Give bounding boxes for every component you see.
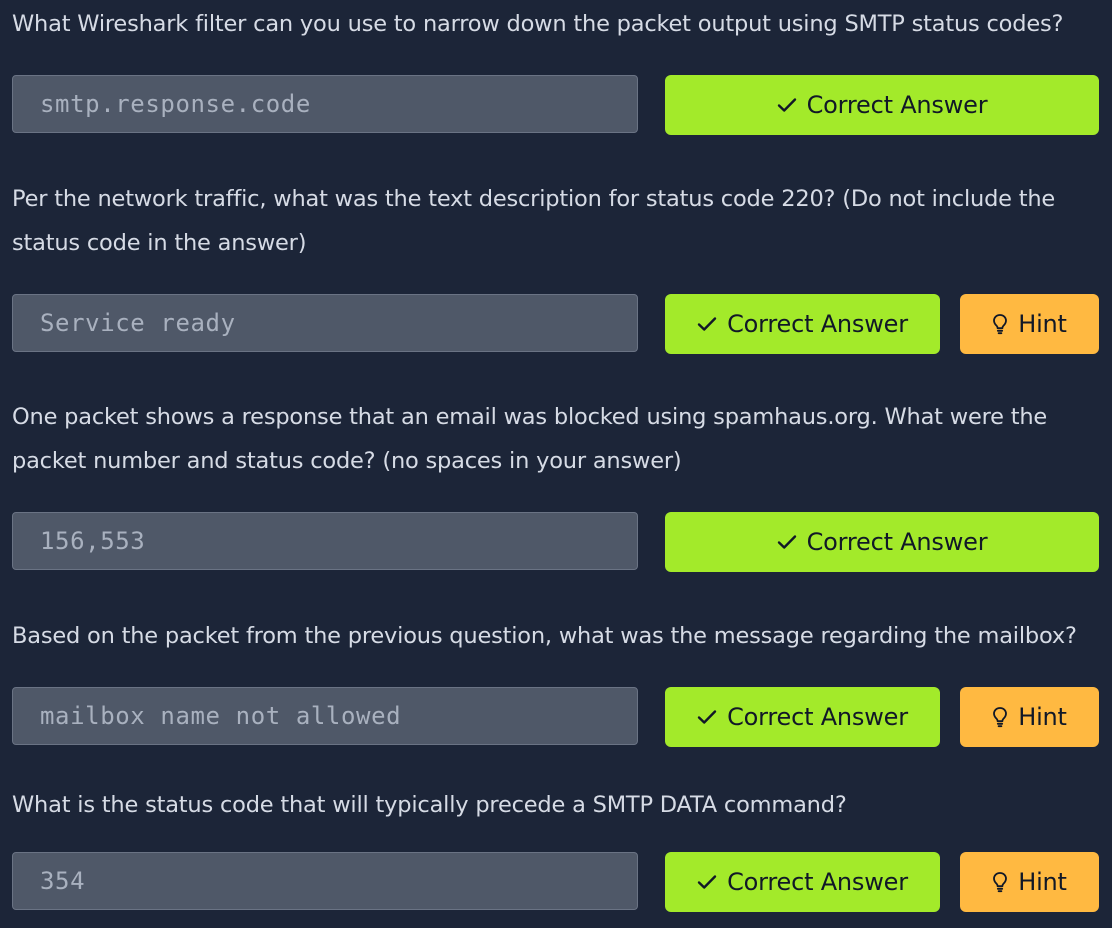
hint-label: Hint: [1018, 310, 1067, 338]
answer-row-5: Correct Answer Hint: [12, 852, 1099, 912]
hint-label: Hint: [1018, 703, 1067, 731]
check-icon: [777, 534, 797, 550]
answer-input-4[interactable]: [12, 687, 638, 745]
answer-row-3: Correct Answer: [12, 512, 1099, 572]
question-2-text: Per the network traffic, what was the te…: [12, 186, 1056, 256]
answer-row-1: Correct Answer: [12, 75, 1099, 135]
correct-answer-label: Correct Answer: [727, 868, 908, 896]
hint-button-4[interactable]: Hint: [960, 687, 1099, 747]
question-3-text: One packet shows a response that an emai…: [12, 404, 1048, 474]
correct-answer-button-3[interactable]: Correct Answer: [665, 512, 1099, 572]
lightbulb-icon: [992, 871, 1008, 893]
correct-answer-button-2[interactable]: Correct Answer: [665, 294, 940, 354]
task-questions-panel: What Wireshark filter can you use to nar…: [0, 0, 1112, 928]
hint-button-5[interactable]: Hint: [960, 852, 1099, 912]
correct-answer-label: Correct Answer: [727, 310, 908, 338]
correct-answer-button-1[interactable]: Correct Answer: [665, 75, 1099, 135]
correct-answer-button-5[interactable]: Correct Answer: [665, 852, 940, 912]
hint-label: Hint: [1018, 868, 1067, 896]
answer-row-4: Correct Answer Hint: [12, 687, 1099, 747]
answer-input-1[interactable]: [12, 75, 638, 133]
answer-row-2: Correct Answer Hint: [12, 294, 1099, 354]
lightbulb-icon: [992, 313, 1008, 335]
correct-answer-label: Correct Answer: [806, 91, 988, 119]
answer-input-5[interactable]: [12, 852, 638, 910]
answer-input-3[interactable]: [12, 512, 638, 570]
question-4-text: Based on the packet from the previous qu…: [12, 623, 1077, 649]
correct-answer-label: Correct Answer: [727, 703, 908, 731]
check-icon: [697, 709, 717, 725]
check-icon: [777, 97, 797, 113]
answer-input-2[interactable]: [12, 294, 638, 352]
correct-answer-label: Correct Answer: [806, 528, 988, 556]
check-icon: [697, 874, 717, 890]
hint-button-2[interactable]: Hint: [960, 294, 1099, 354]
question-5-text: What is the status code that will typica…: [12, 792, 847, 818]
check-icon: [697, 316, 717, 332]
question-1-text: What Wireshark filter can you use to nar…: [12, 11, 1064, 37]
lightbulb-icon: [992, 706, 1008, 728]
correct-answer-button-4[interactable]: Correct Answer: [665, 687, 940, 747]
